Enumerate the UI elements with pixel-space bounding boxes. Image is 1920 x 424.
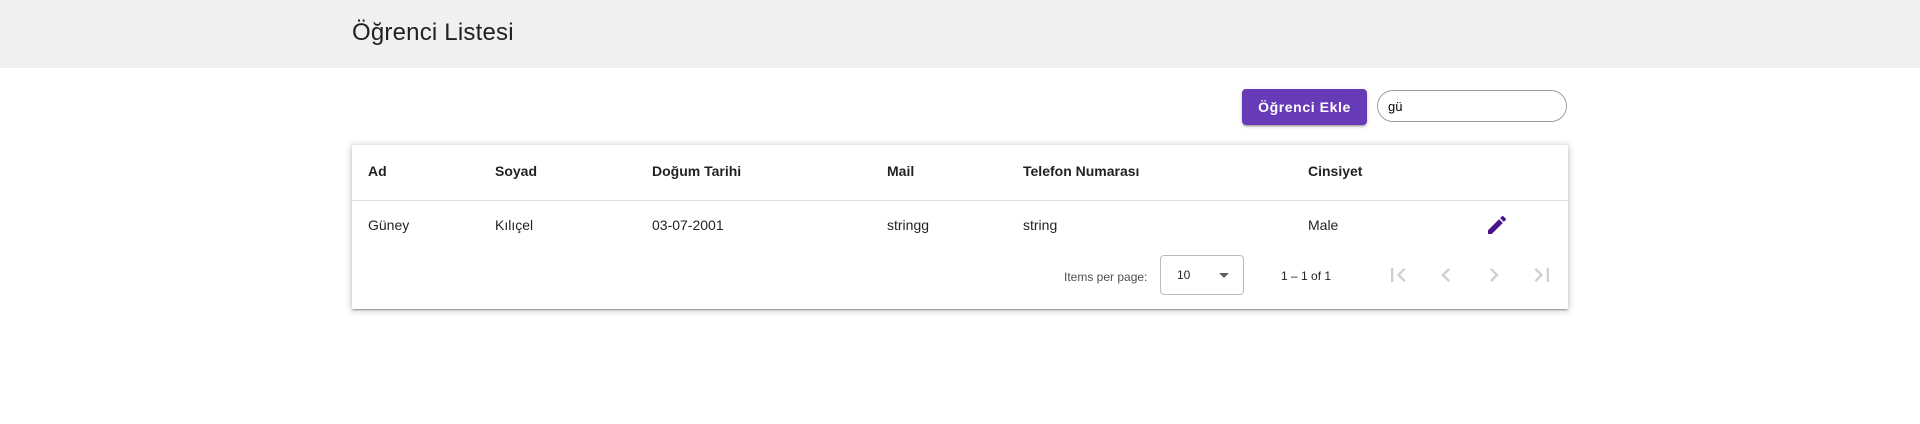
cell-birth-date: 03-07-2001 [652,217,724,233]
column-header-phone[interactable]: Telefon Numarası [1023,163,1139,179]
items-per-page-label: Items per page: [1064,270,1148,284]
last-page-icon[interactable] [1528,261,1556,289]
cell-gender: Male [1308,217,1339,233]
page-range-label: 1 – 1 of 1 [1281,269,1332,283]
column-header-gender[interactable]: Cinsiyet [1308,163,1362,179]
edit-pencil-icon[interactable] [1485,213,1509,237]
column-header-last-name[interactable]: Soyad [495,163,537,179]
table-header-row: Ad Soyad Doğum Tarihi Mail Telefon Numar… [352,145,1568,201]
cell-last-name: Kılıçel [495,217,534,233]
cell-mail: stringg [887,217,930,233]
search-input[interactable] [1377,90,1567,122]
next-page-icon[interactable] [1480,261,1508,289]
column-header-first-name[interactable]: Ad [368,163,387,179]
items-per-page-value: 10 [1177,268,1191,282]
first-page-icon[interactable] [1384,261,1412,289]
page-title: Öğrenci Listesi [352,19,514,46]
cell-first-name: Güney [368,217,410,233]
top-bar: Öğrenci Listesi [0,0,1920,68]
items-per-page-select[interactable]: 10 [1160,255,1244,295]
paginator: Items per page: 10 1 – 1 of 1 [352,249,1568,305]
column-header-mail[interactable]: Mail [887,163,914,179]
dropdown-arrow-icon [1219,273,1229,278]
column-header-birth-date[interactable]: Doğum Tarihi [652,163,741,179]
cell-phone: string [1023,217,1058,233]
students-table-card: Ad Soyad Doğum Tarihi Mail Telefon Numar… [352,145,1568,309]
previous-page-icon[interactable] [1432,261,1460,289]
add-student-button[interactable]: Öğrenci Ekle [1242,89,1367,125]
table-row[interactable]: Güney Kılıçel 03-07-2001 stringg string … [352,201,1568,249]
